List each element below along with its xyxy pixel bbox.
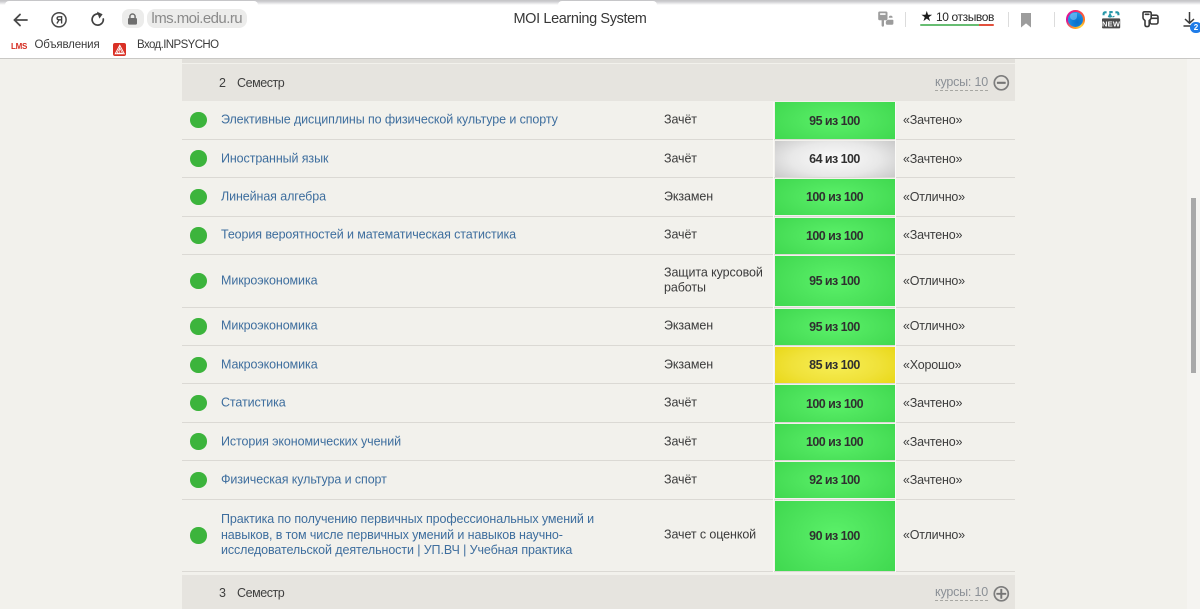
svg-text:NEW: NEW xyxy=(1102,19,1121,28)
